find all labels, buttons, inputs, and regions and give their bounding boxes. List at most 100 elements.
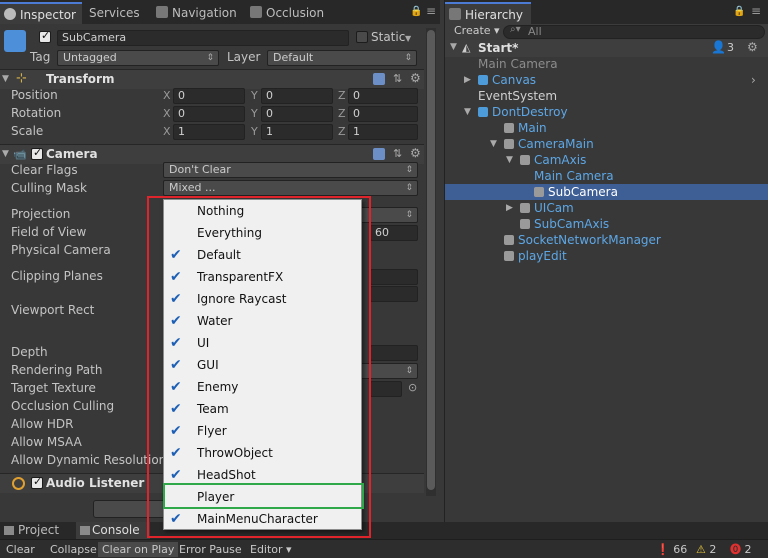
scene-settings-icon[interactable]: ⚙: [747, 40, 758, 54]
static-dropdown-icon[interactable]: ▼: [405, 34, 411, 43]
expand-right-icon[interactable]: ▶: [506, 200, 513, 216]
info-icon: ❗: [656, 543, 670, 556]
clipping-near-field[interactable]: [370, 269, 418, 285]
hierarchy-item-label: Main Camera: [534, 169, 614, 183]
hierarchy-item[interactable]: SubCamAxis: [445, 216, 768, 232]
bottom-tabbar: Project Console: [0, 522, 768, 539]
active-checkbox[interactable]: [39, 29, 51, 43]
warning-toggle[interactable]: ⚠ 2: [692, 542, 720, 557]
transform-y-field[interactable]: 0: [261, 88, 333, 104]
info-icon: [4, 8, 16, 20]
hierarchy-menu-icon[interactable]: ≡: [751, 4, 761, 18]
layer-label: Layer: [227, 50, 261, 64]
camera-help-icon[interactable]: [373, 148, 385, 160]
transform-x-field[interactable]: 1: [173, 124, 245, 140]
hierarchy-item[interactable]: ▼ DontDestroy: [445, 104, 768, 120]
tab-inspector[interactable]: Inspector: [0, 2, 82, 24]
transform-z-field[interactable]: 1: [348, 124, 418, 140]
allow-dynamic-resolution-label: Allow Dynamic Resolution: [11, 453, 167, 467]
tab-occlusion[interactable]: Occlusion: [246, 2, 336, 24]
axis-x-label: X: [163, 89, 171, 102]
tab-occlusion-label: Occlusion: [266, 6, 325, 20]
camera-presets-icon[interactable]: ⇅: [393, 147, 402, 160]
transform-y-field[interactable]: 0: [261, 106, 333, 122]
transform-x-field[interactable]: 0: [173, 88, 245, 104]
tab-hierarchy-label: Hierarchy: [465, 8, 524, 22]
hierarchy-item[interactable]: SocketNetworkManager: [445, 232, 768, 248]
hierarchy-lock-icon[interactable]: 🔒: [733, 6, 745, 17]
layer-dropdown[interactable]: Default: [267, 50, 417, 66]
camera-settings-gear-icon[interactable]: ⚙: [410, 146, 421, 160]
hierarchy-item[interactable]: ▼ CameraMain: [445, 136, 768, 152]
panel-menu-icon[interactable]: ≡: [426, 4, 436, 18]
camera-header[interactable]: ▼ 📹 Camera ⇅ ⚙: [0, 144, 424, 164]
tab-project-label: Project: [18, 523, 60, 537]
settings-gear-icon[interactable]: ⚙: [410, 71, 421, 85]
transform-row-label: Rotation: [11, 106, 62, 120]
tag-dropdown[interactable]: Untagged: [57, 50, 219, 66]
create-dropdown[interactable]: Create ▾: [454, 24, 500, 37]
scene-header[interactable]: ▼ ◭ Start* 👤 3 ⚙: [445, 40, 768, 57]
hierarchy-item[interactable]: Main: [445, 120, 768, 136]
audio-listener-checkbox[interactable]: [31, 475, 43, 489]
inspector-scroll-thumb[interactable]: [427, 30, 435, 490]
clear-on-play-button[interactable]: Clear on Play: [98, 542, 179, 557]
hierarchy-item[interactable]: ▶ Canvas ›: [445, 72, 768, 88]
clear-button[interactable]: Clear: [2, 542, 39, 557]
scene-foldout-icon[interactable]: ▼: [450, 42, 457, 52]
transform-y-field[interactable]: 1: [261, 124, 333, 140]
transform-x-field[interactable]: 0: [173, 106, 245, 122]
hierarchy-item-label: EventSystem: [478, 89, 558, 103]
clipping-far-field[interactable]: [370, 286, 418, 302]
target-texture-field[interactable]: [370, 381, 402, 397]
panel-lock-icon[interactable]: 🔒: [410, 6, 422, 17]
hierarchy-item[interactable]: SubCamera: [445, 184, 768, 200]
object-picker-icon[interactable]: ⊙: [408, 381, 417, 394]
presets-icon[interactable]: ⇅: [393, 72, 402, 85]
hierarchy-item[interactable]: Main Camera: [445, 168, 768, 184]
collapse-button[interactable]: Collapse: [46, 542, 101, 557]
expand-right-icon[interactable]: ▶: [464, 72, 471, 88]
tab-hierarchy[interactable]: Hierarchy: [445, 2, 531, 24]
warning-icon: ⚠: [696, 543, 706, 556]
expand-down-icon[interactable]: ▼: [490, 136, 497, 152]
help-icon[interactable]: [373, 73, 385, 85]
info-toggle[interactable]: ❗ 66: [652, 542, 691, 557]
transform-z-field[interactable]: 0: [348, 88, 418, 104]
hierarchy-item[interactable]: EventSystem: [445, 88, 768, 104]
depth-field[interactable]: [370, 345, 418, 361]
transform-z-field[interactable]: 0: [348, 106, 418, 122]
transform-header[interactable]: ▼ ⊹ Transform ⇅ ⚙: [0, 69, 424, 89]
axis-z-label: Z: [338, 107, 346, 120]
editor-dropdown[interactable]: Editor ▾: [246, 542, 296, 557]
depth-label: Depth: [11, 345, 48, 359]
tab-services[interactable]: Services: [82, 2, 148, 24]
culling-mask-dropdown[interactable]: Mixed ...: [163, 180, 418, 196]
gameobject-cube-icon: [504, 123, 514, 133]
hierarchy-icon: [449, 8, 461, 20]
tab-console[interactable]: Console: [76, 522, 150, 539]
chevron-right-icon[interactable]: ›: [751, 72, 756, 88]
fov-field[interactable]: 60: [370, 225, 418, 241]
static-checkbox[interactable]: [356, 31, 368, 43]
transform-foldout-icon[interactable]: ▼: [2, 74, 9, 84]
error-pause-button[interactable]: Error Pause: [175, 542, 246, 557]
hierarchy-item[interactable]: ▼ CamAxis: [445, 152, 768, 168]
object-name-field[interactable]: SubCamera: [57, 30, 349, 46]
tab-navigation[interactable]: Navigation: [152, 2, 242, 24]
camera-foldout-icon[interactable]: ▼: [2, 149, 9, 159]
hierarchy-item-label: CamAxis: [534, 153, 587, 167]
hierarchy-tabbar: Hierarchy 🔒 ≡: [445, 0, 768, 24]
hierarchy-item[interactable]: ▶ UICam: [445, 200, 768, 216]
hierarchy-item[interactable]: playEdit: [445, 248, 768, 264]
hierarchy-search-input[interactable]: ⌕▾ All: [503, 24, 765, 39]
error-toggle[interactable]: ⓿ 2: [726, 542, 756, 557]
hierarchy-item[interactable]: Main Camera: [445, 56, 768, 72]
inspector-scrollbar[interactable]: [426, 28, 436, 496]
expand-down-icon[interactable]: ▼: [506, 152, 513, 168]
audio-listener-icon: [12, 477, 25, 490]
tab-project[interactable]: Project: [4, 522, 59, 539]
expand-down-icon[interactable]: ▼: [464, 104, 471, 120]
clear-flags-dropdown[interactable]: Don't Clear: [163, 162, 418, 178]
camera-enabled-checkbox[interactable]: [31, 146, 43, 160]
